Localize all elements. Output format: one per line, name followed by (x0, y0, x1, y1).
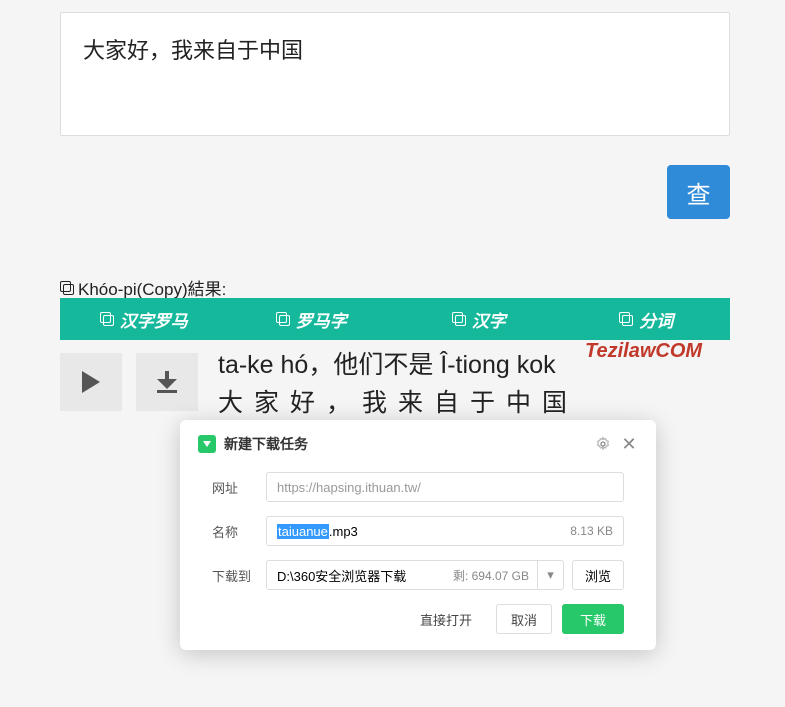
path-value: D:\360安全浏览器下载 (277, 566, 406, 585)
open-directly-label: 直接打开 (420, 610, 472, 629)
copy-icon (100, 312, 114, 326)
download-logo-icon (198, 435, 216, 453)
result-hanzi: 大家好，我来自于中国 (218, 383, 578, 419)
download-dialog: 新建下载任务 ✕ 网址 https://hapsing.ithuan.tw/ 名… (180, 420, 656, 650)
download-audio-button[interactable] (136, 353, 198, 411)
download-icon (157, 371, 177, 393)
name-label: 名称 (212, 522, 252, 541)
filename-value: taiuanue.mp3 (277, 524, 358, 539)
download-button[interactable]: 下载 (562, 604, 624, 634)
tabs-bar: 汉字罗马 罗马字 汉字 分词 (60, 298, 730, 340)
close-button[interactable]: ✕ (620, 435, 638, 453)
input-textarea[interactable]: 大家好，我来自于中国 (60, 12, 730, 136)
dialog-title: 新建下载任务 (224, 434, 586, 454)
play-icon (82, 371, 100, 393)
search-button-label: 查 (687, 175, 711, 210)
input-text: 大家好，我来自于中国 (83, 33, 707, 65)
filesize-label: 8.13 KB (570, 524, 613, 538)
tab-label: 汉字罗马 (120, 307, 188, 332)
dialog-header: 新建下载任务 ✕ (198, 434, 638, 454)
tab-label: 汉字 (472, 307, 506, 332)
result-row: ta-ke hó，他们不是 Î-tiong kok 大家好，我来自于中国 (60, 345, 578, 419)
copy-icon (276, 312, 290, 326)
close-icon: ✕ (621, 434, 636, 455)
settings-button[interactable] (594, 435, 612, 453)
tab-label: 罗马字 (296, 307, 347, 332)
tab-hanzi[interactable]: 汉字 (395, 298, 563, 340)
copy-icon (452, 312, 466, 326)
tab-label: 分词 (639, 307, 673, 332)
cancel-button[interactable]: 取消 (496, 604, 552, 634)
url-value: https://hapsing.ithuan.tw/ (277, 480, 421, 495)
play-button[interactable] (60, 353, 122, 411)
url-label: 网址 (212, 478, 252, 497)
watermark: TezilawCOM (585, 340, 702, 363)
copy-icon (619, 312, 633, 326)
search-button[interactable]: 查 (667, 165, 730, 219)
saveto-label: 下载到 (212, 566, 252, 585)
result-latin: ta-ke hó，他们不是 Î-tiong kok (218, 345, 578, 381)
result-text: ta-ke hó，他们不是 Î-tiong kok 大家好，我来自于中国 (218, 345, 578, 419)
browse-button[interactable]: 浏览 (572, 560, 624, 590)
open-directly-button[interactable]: 直接打开 (406, 604, 486, 634)
tab-roma[interactable]: 罗马字 (228, 298, 396, 340)
download-label: 下载 (580, 610, 606, 629)
url-input[interactable]: https://hapsing.ithuan.tw/ (266, 472, 624, 502)
copy-icon (60, 281, 74, 295)
chevron-down-icon: ▾ (547, 567, 554, 583)
browse-label: 浏览 (585, 566, 611, 585)
dialog-footer: 直接打开 取消 下载 (198, 604, 638, 634)
filename-input[interactable]: taiuanue.mp3 8.13 KB (266, 516, 624, 546)
path-dropdown-button[interactable]: ▾ (537, 561, 563, 589)
copy-results-label: Khóo-pi(Copy)結果: (60, 275, 226, 300)
path-input[interactable]: D:\360安全浏览器下载 剩: 694.07 GB ▾ (266, 560, 564, 590)
cancel-label: 取消 (511, 610, 537, 629)
tab-fenci[interactable]: 分词 (563, 298, 731, 340)
tab-hanzi-roma[interactable]: 汉字罗马 (60, 298, 228, 340)
remaining-space: 剩: 694.07 GB (453, 567, 529, 584)
gear-icon (595, 436, 611, 452)
